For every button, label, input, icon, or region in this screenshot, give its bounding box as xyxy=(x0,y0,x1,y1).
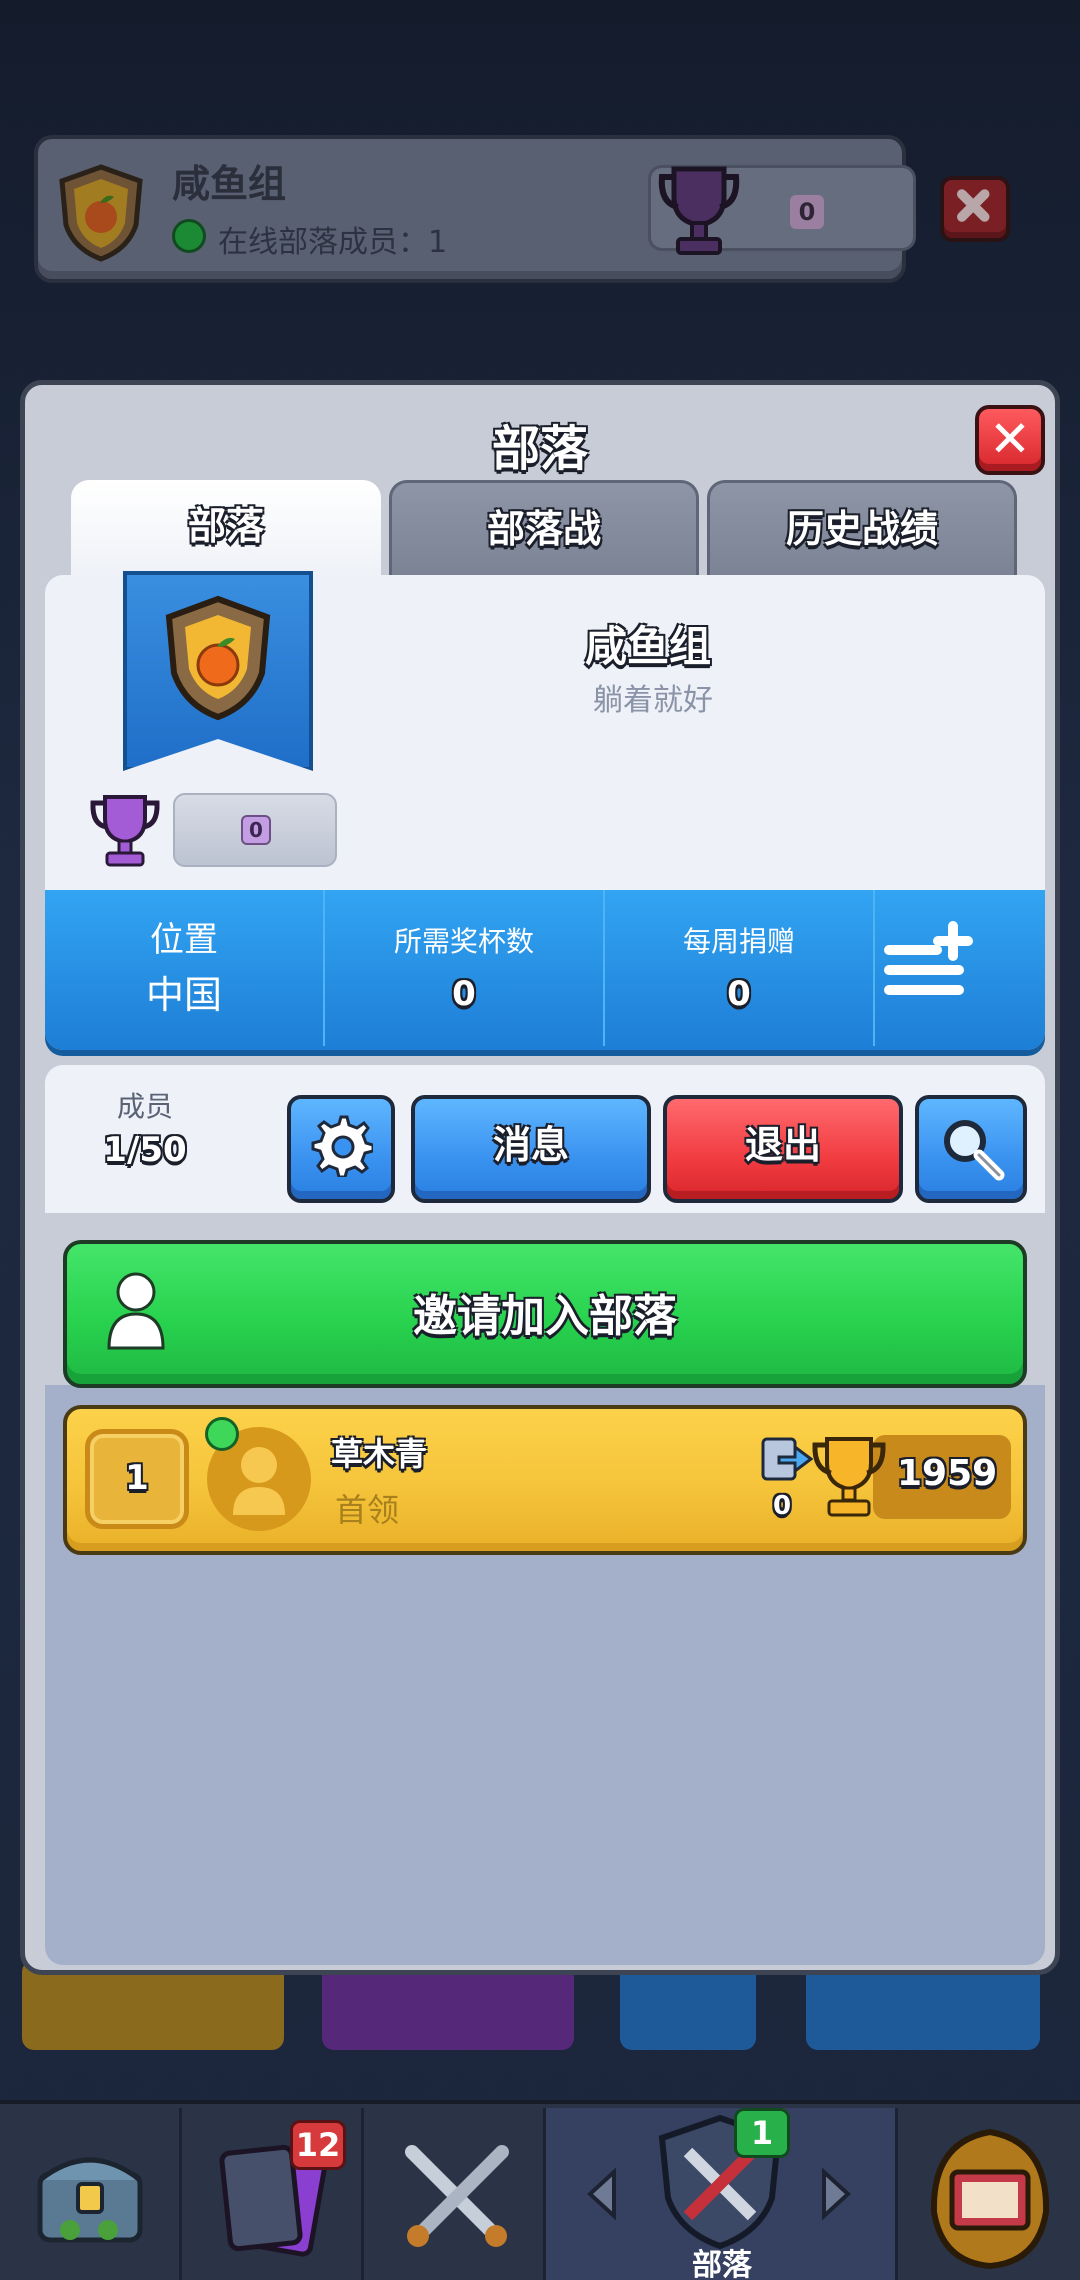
nav-cards[interactable]: 12 xyxy=(182,2108,364,2280)
stat-required-trophies-label: 所需奖杯数 xyxy=(393,925,534,958)
close-icon: ✕ xyxy=(989,410,1031,468)
trophy-icon xyxy=(812,1437,886,1517)
stat-location-value: 中国 xyxy=(145,973,222,1017)
tab-war-history[interactable]: 历史战绩 xyxy=(707,480,1017,580)
member-donations: 0 xyxy=(773,1491,792,1521)
stat-weekly-donations-value: 0 xyxy=(727,974,751,1014)
stat-location: 位置 中国 xyxy=(45,890,325,1046)
tab-clan-war[interactable]: 部落战 xyxy=(389,480,699,580)
chest-icon xyxy=(37,2157,143,2243)
donation-icon xyxy=(761,1437,813,1481)
settings-button[interactable] xyxy=(287,1095,395,1203)
leave-button[interactable]: 退出 xyxy=(663,1095,903,1203)
search-icon xyxy=(944,1120,1005,1181)
nav-clan[interactable]: 1 部落 xyxy=(546,2108,898,2280)
list-item[interactable]: 1 草木青 首领 0 1959 xyxy=(63,1405,1027,1555)
stat-required-trophies: 所需奖杯数 0 xyxy=(325,890,605,1046)
battle-swords-icon xyxy=(405,2145,509,2247)
trophy-icon xyxy=(658,166,740,255)
invite-button[interactable]: 邀请加入部落 xyxy=(63,1240,1027,1388)
members-count: 1/50 xyxy=(103,1130,187,1170)
member-name: 草木青 xyxy=(331,1435,428,1473)
clan-score: 0 xyxy=(241,815,271,845)
tab-clan[interactable]: 部落 xyxy=(71,480,381,580)
arrow-left-icon[interactable] xyxy=(582,2164,622,2224)
gear-icon xyxy=(311,1115,373,1177)
members-label: 成员 xyxy=(116,1090,173,1123)
background-close-button xyxy=(940,176,1010,242)
stat-required-trophies-value: 0 xyxy=(452,974,476,1014)
nav-clan-label: 部落 xyxy=(692,2248,752,2280)
invite-label: 邀请加入部落 xyxy=(413,1291,677,1342)
clan-name: 咸鱼组 xyxy=(585,622,712,671)
clan-description: 躺着就好 xyxy=(593,683,713,718)
member-role: 首领 xyxy=(335,1491,400,1529)
member-trophies: 1959 xyxy=(897,1453,998,1494)
clan-badge: 1 xyxy=(734,2108,790,2158)
online-members-text: 在线部落成员：1 xyxy=(218,225,448,260)
stat-location-label: 位置 xyxy=(150,920,218,960)
online-indicator xyxy=(172,219,206,253)
clan-shield-icon xyxy=(165,595,271,721)
nav-events[interactable] xyxy=(898,2108,1080,2280)
arrow-right-icon[interactable] xyxy=(816,2164,856,2224)
background-clan-name: 咸鱼组 xyxy=(172,162,287,206)
cards-badge: 12 xyxy=(290,2120,346,2170)
background-clan-card: 咸鱼组 在线部落成员：1 0 xyxy=(34,135,916,283)
close-button[interactable]: ✕ xyxy=(975,405,1045,475)
message-button[interactable]: 消息 xyxy=(411,1095,651,1203)
nav-shop[interactable] xyxy=(0,2108,182,2280)
search-button[interactable] xyxy=(915,1095,1027,1203)
online-indicator xyxy=(205,1417,239,1451)
clan-modal: 部落 ✕ 部落 部落战 历史战绩 咸鱼组 躺着就好 0 位置 中国 所需奖杯数 … xyxy=(20,380,1060,1975)
stat-weekly-donations: 每周捐赠 0 xyxy=(605,890,875,1046)
clan-shield-icon xyxy=(59,164,143,262)
member-rank: 1 xyxy=(85,1429,189,1529)
tournament-icon xyxy=(930,2128,1050,2270)
bottom-nav: 12 1 部落 xyxy=(0,2100,1080,2280)
close-icon xyxy=(956,189,990,222)
trophy-icon xyxy=(90,795,160,867)
background-trophy-count: 0 xyxy=(790,195,824,229)
nav-battle[interactable] xyxy=(364,2108,546,2280)
stat-weekly-donations-label: 每周捐赠 xyxy=(682,925,795,958)
menu-plus-icon[interactable] xyxy=(880,915,980,1005)
modal-title: 部落 xyxy=(491,421,588,477)
